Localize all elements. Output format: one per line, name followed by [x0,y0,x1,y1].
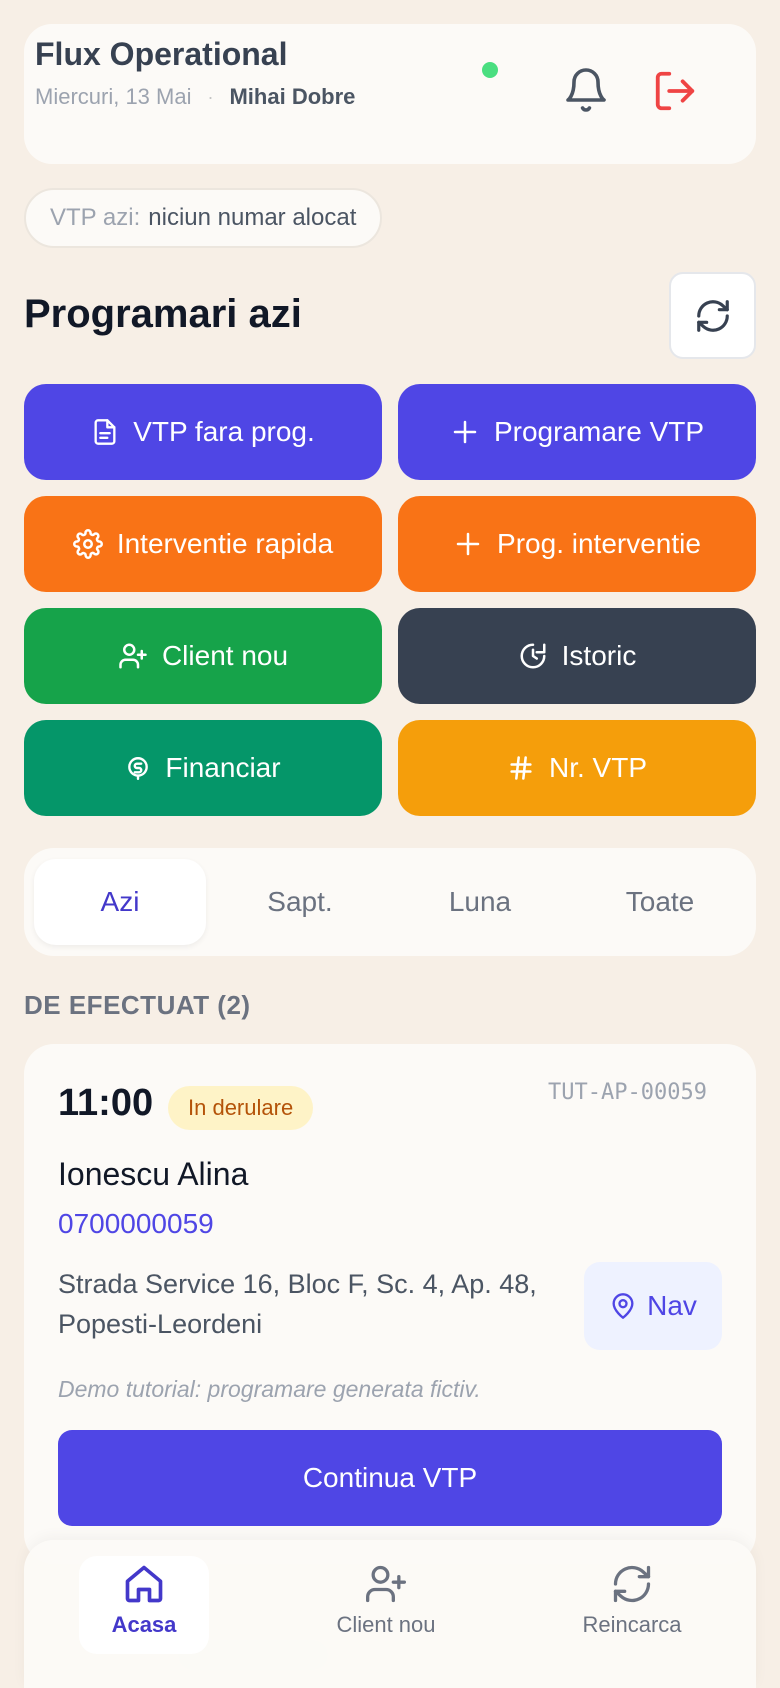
vtp-today-value: niciun numar alocat [148,204,357,231]
navigate-button[interactable]: Nav [584,1262,722,1350]
tab-all[interactable]: Toate [574,859,746,945]
map-pin-icon [612,1293,634,1319]
tab-month[interactable]: Luna [394,859,566,945]
home-icon [125,1565,163,1603]
status-badge: In derulare [168,1086,314,1130]
history-button[interactable]: Istoric [398,608,756,704]
user-name: Mihai Dobre [229,84,356,109]
plus-icon [453,420,477,444]
schedule-intervention-button[interactable]: Prog. interventie [398,496,756,592]
vtp-today-label: VTP azi: [50,204,141,231]
plus-icon [456,532,480,556]
app-title: Flux Operational [35,36,288,72]
navigate-label: Nav [647,1290,697,1321]
vtp-today-badge: VTP azi: niciun numar alocat [24,188,383,248]
nav-label: Reincarca [582,1612,682,1637]
vtp-without-appointment-button[interactable]: VTP fara prog. [24,384,382,480]
financial-button[interactable]: Financiar [24,720,382,816]
separator: · [207,86,214,107]
client-phone-link[interactable]: 0700000059 [58,1208,214,1240]
notifications-button[interactable] [562,66,610,114]
action-label: Nr. VTP [548,752,647,783]
appointment-code: TUT-AP-00059 [548,1080,707,1105]
tab-today[interactable]: Azi [34,859,206,945]
logout-icon [655,71,695,111]
client-name: Ionescu Alina [58,1156,249,1192]
refresh-icon [613,1565,651,1603]
action-label: Financiar [165,752,281,783]
appointment-time: 11:00 [58,1082,154,1124]
vtp-number-button[interactable]: Nr. VTP [398,720,756,816]
action-label: Programare VTP [493,416,705,447]
online-status-indicator [482,62,498,78]
logout-button[interactable] [652,68,698,114]
nav-home[interactable]: Acasa [79,1556,209,1654]
hash-icon [510,756,532,780]
action-label: Client nou [161,640,289,671]
user-plus-icon [366,1565,406,1603]
page-title: Programari azi [24,292,302,336]
action-label: Interventie rapida [116,528,334,559]
schedule-vtp-button[interactable]: Programare VTP [398,384,756,480]
group-label: DE EFECTUAT (2) [24,990,251,1020]
quick-intervention-button[interactable]: Interventie rapida [24,496,382,592]
nav-label: Acasa [111,1612,177,1637]
bell-icon [566,68,606,112]
document-icon [94,419,116,445]
history-icon [520,643,546,669]
current-date: Miercuri, 13 Mai [35,84,192,109]
action-label: VTP fara prog. [133,416,315,447]
nav-reload[interactable]: Reincarca [567,1556,697,1654]
header-subtitle: Miercuri, 13 Mai · Mihai Dobre [35,84,355,110]
action-label: Istoric [561,640,637,671]
client-address: Strada Service 16, Bloc F, Sc. 4, Ap. 48… [58,1269,537,1339]
appointment-note: Demo tutorial: programare generata ficti… [58,1376,481,1402]
tab-week[interactable]: Sapt. [214,859,386,945]
new-client-button[interactable]: Client nou [24,608,382,704]
coin-icon [128,757,149,781]
nav-label: Client nou [336,1612,436,1637]
user-plus-icon [119,643,147,669]
gear-icon [72,529,103,559]
refresh-icon [696,299,729,332]
refresh-button[interactable] [669,272,756,359]
action-label: Prog. interventie [497,528,701,559]
continue-vtp-button[interactable]: Continua VTP [58,1430,722,1526]
nav-new-client[interactable]: Client nou [321,1556,451,1654]
